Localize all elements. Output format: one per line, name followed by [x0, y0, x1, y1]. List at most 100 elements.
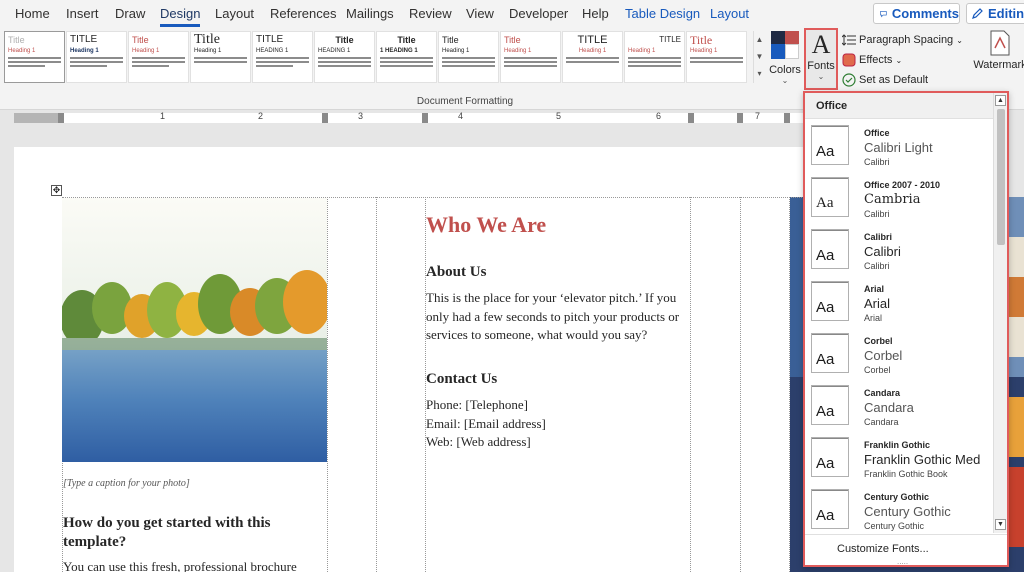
column-marker[interactable]	[322, 113, 328, 123]
font-preview-thumb: Aa	[811, 281, 849, 321]
column-marker[interactable]	[422, 113, 428, 123]
ruler-track	[14, 113, 804, 123]
left-section-heading[interactable]: How do you get started with this templat…	[63, 514, 323, 552]
style-set-thumb[interactable]: TITLE HEADING 1	[252, 31, 313, 83]
fonts-section-header: Office	[805, 93, 993, 119]
ruler-number: 2	[258, 111, 264, 121]
chevron-down-icon: ⌄	[817, 72, 825, 81]
watermark-label: Watermark	[973, 59, 1024, 71]
resize-grip-icon[interactable]: .....	[897, 557, 908, 566]
move-handle-icon[interactable]: ✥	[51, 185, 62, 196]
table-column-border	[690, 197, 691, 572]
scroll-thumb[interactable]	[997, 109, 1005, 245]
column-marker[interactable]	[688, 113, 694, 123]
font-theme-body: Calibri	[864, 209, 890, 219]
style-set-thumb[interactable]: TITLE Heading 1	[624, 31, 685, 83]
font-theme-heading: Candara	[864, 400, 914, 415]
colors-button[interactable]: Colors ⌄	[768, 30, 802, 92]
font-theme-calibri[interactable]: Aa Calibri Calibri Calibri	[805, 225, 993, 277]
font-theme-heading: Calibri	[864, 244, 901, 259]
tab-review[interactable]: Review	[409, 6, 452, 21]
fonts-footer: Customize Fonts... .....	[805, 534, 1007, 566]
comments-button[interactable]: Comments	[873, 3, 960, 24]
font-theme-arial[interactable]: Aa Arial Arial Arial	[805, 277, 993, 329]
paragraph-spacing-button[interactable]: Paragraph Spacing ⌄	[842, 30, 967, 50]
font-theme-heading: Century Gothic	[864, 504, 951, 519]
font-theme-heading: Franklin Gothic Med	[864, 452, 981, 467]
editing-button[interactable]: Editing	[966, 3, 1024, 24]
tab-mailings[interactable]: Mailings	[346, 6, 394, 21]
style-set-thumb[interactable]: TITLE Heading 1	[66, 31, 127, 83]
tab-layout[interactable]: Layout	[215, 6, 254, 21]
customize-fonts-link[interactable]: Customize Fonts...	[837, 543, 929, 555]
style-set-thumb[interactable]: Title HEADING 1	[314, 31, 375, 83]
style-set-thumb[interactable]: Title Heading 1	[438, 31, 499, 83]
menu-bar: Home Insert Draw Design Layout Reference…	[0, 0, 1024, 28]
font-preview-thumb: Aa	[811, 229, 849, 269]
fonts-dropdown: Office Aa Office Calibri Light Calibri A…	[803, 91, 1009, 567]
left-section-body[interactable]: You can use this fresh, professional bro…	[63, 559, 323, 572]
column-marker[interactable]	[737, 113, 743, 123]
style-set-thumb[interactable]: Title Heading 1	[4, 31, 65, 83]
tab-references[interactable]: References	[270, 6, 336, 21]
effects-label: Effects	[859, 54, 893, 66]
tab-table-layout[interactable]: Layout	[710, 6, 749, 21]
style-set-thumb[interactable]: Title Heading 1	[686, 31, 747, 83]
ruler-number: 1	[160, 111, 166, 121]
font-theme-heading: Arial	[864, 296, 891, 311]
style-set-thumb[interactable]: Title 1 HEADING 1	[376, 31, 437, 83]
paragraph-effects-group: Paragraph Spacing ⌄ Effects ⌄ Set as Def…	[842, 30, 967, 90]
contact-phone[interactable]: Phone: [Telephone]	[426, 396, 691, 415]
font-theme-franklin-gothic[interactable]: Aa Franklin Gothic Franklin Gothic Med F…	[805, 433, 993, 485]
font-theme-candara[interactable]: Aa Candara Candara Candara	[805, 381, 993, 433]
tab-design[interactable]: Design	[160, 6, 201, 27]
colors-label: Colors	[769, 64, 801, 76]
table-column-border	[327, 197, 328, 572]
lake-photo[interactable]	[62, 198, 327, 462]
font-theme-office[interactable]: Aa Office Calibri Light Calibri	[805, 121, 993, 173]
fonts-button[interactable]: A Fonts ⌄	[804, 28, 838, 90]
ruler-number: 6	[656, 111, 662, 121]
watermark-icon	[990, 30, 1010, 56]
ruler-margin	[14, 113, 58, 123]
about-us-body[interactable]: This is the place for your ‘elevator pit…	[426, 289, 691, 345]
indent-marker[interactable]	[58, 113, 64, 123]
tab-draw[interactable]: Draw	[115, 6, 145, 21]
style-set-thumb[interactable]: Title Heading 1	[500, 31, 561, 83]
set-as-default-button[interactable]: Set as Default	[842, 70, 967, 90]
column-marker[interactable]	[784, 113, 790, 123]
tab-developer[interactable]: Developer	[509, 6, 568, 21]
font-preview-thumb: Aa	[811, 385, 849, 425]
contact-web[interactable]: Web: [Web address]	[426, 433, 691, 452]
photo-caption[interactable]: [Type a caption for your photo]	[63, 478, 190, 489]
scroll-down-icon[interactable]: ▼	[995, 519, 1006, 530]
tab-insert[interactable]: Insert	[66, 6, 99, 21]
scroll-up-icon[interactable]: ▲	[995, 95, 1006, 106]
ruler-number: 7	[755, 111, 761, 121]
who-we-are-title[interactable]: Who We Are	[426, 212, 546, 238]
effects-icon	[842, 53, 856, 67]
font-theme-corbel[interactable]: Aa Corbel Corbel Corbel	[805, 329, 993, 381]
about-us-heading[interactable]: About Us	[426, 264, 486, 281]
tab-view[interactable]: View	[466, 6, 494, 21]
font-theme-century-gothic[interactable]: Aa Century Gothic Century Gothic Century…	[805, 485, 993, 537]
fonts-label: Fonts	[807, 60, 835, 72]
contact-email[interactable]: Email: [Email address]	[426, 415, 691, 434]
tab-home[interactable]: Home	[15, 6, 50, 21]
ruler-number: 3	[358, 111, 364, 121]
font-theme-body: Calibri	[864, 261, 890, 271]
style-set-thumb[interactable]: Title Heading 1	[128, 31, 189, 83]
font-theme-office-2007[interactable]: Aa Office 2007 - 2010 Cambria Calibri	[805, 173, 993, 225]
watermark-button[interactable]: Watermark	[972, 30, 1024, 71]
tab-help[interactable]: Help	[582, 6, 609, 21]
effects-button[interactable]: Effects ⌄	[842, 50, 967, 70]
contact-us-heading[interactable]: Contact Us	[426, 371, 497, 388]
font-preview-thumb: Aa	[811, 177, 849, 217]
style-set-thumb[interactable]: Title Heading 1	[190, 31, 251, 83]
style-set-thumb[interactable]: TITLE Heading 1	[562, 31, 623, 83]
font-theme-body: Calibri	[864, 157, 890, 167]
font-preview-thumb: Aa	[811, 125, 849, 165]
fonts-scrollbar[interactable]: ▲ ▼	[993, 93, 1007, 533]
tab-table-design[interactable]: Table Design	[625, 6, 700, 21]
gallery-scroll[interactable]: ▲ ▼ ▾	[753, 31, 765, 83]
